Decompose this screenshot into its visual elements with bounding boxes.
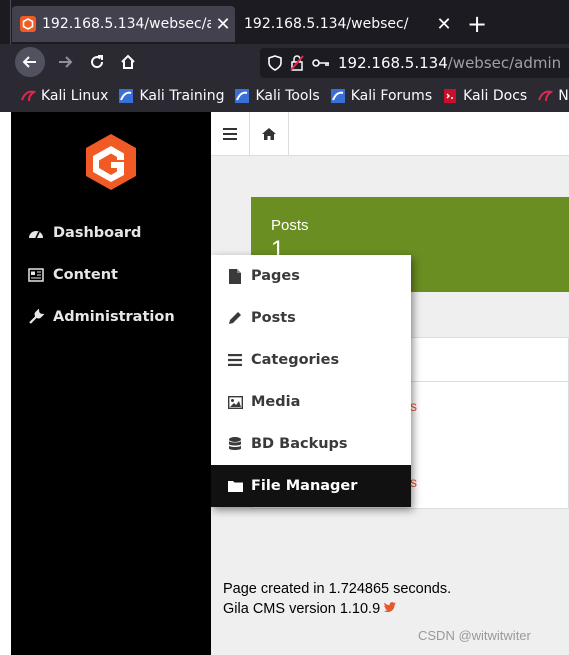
sidebar-item-label: Content bbox=[53, 267, 118, 283]
folder-icon bbox=[227, 478, 243, 494]
page-footer: Page created in 1.724865 seconds. Gila C… bbox=[223, 579, 451, 619]
kali-tools-icon bbox=[234, 88, 250, 104]
home-icon bbox=[262, 128, 276, 140]
footer-version: Gila CMS version 1.10.9 bbox=[223, 601, 381, 617]
home-link-button[interactable] bbox=[250, 112, 289, 156]
bookmark-label: Kali Linux bbox=[41, 88, 109, 104]
bookmark-kali-training[interactable]: Kali Training bbox=[118, 88, 224, 104]
new-tab-button[interactable]: + bbox=[462, 10, 492, 40]
bookmark-kali-docs[interactable]: Kali Docs bbox=[442, 88, 527, 104]
kali-dragon-icon bbox=[20, 88, 36, 104]
admin-top-nav bbox=[211, 112, 569, 156]
back-button[interactable] bbox=[15, 47, 45, 77]
bookmark-label: Kali Training bbox=[139, 88, 225, 104]
bookmarks-bar: Kali Linux Kali Training Kali Tools Kali… bbox=[0, 80, 569, 112]
footer-version-line: Gila CMS version 1.10.9 bbox=[223, 599, 451, 619]
menu-item-posts[interactable]: Posts bbox=[211, 297, 411, 339]
page-left-margin bbox=[0, 112, 11, 655]
shield-icon[interactable] bbox=[268, 55, 282, 71]
sidebar-item-administration[interactable]: Administration bbox=[27, 305, 175, 329]
footer-timing: Page created in 1.724865 seconds. bbox=[223, 581, 452, 597]
menu-item-label: Pages bbox=[251, 268, 300, 284]
tab-inactive[interactable]: 192.168.5.134/websec/ ✕ bbox=[236, 6, 456, 42]
forward-button[interactable] bbox=[50, 47, 80, 77]
page-content: Dashboard Content Administration Posts 1… bbox=[11, 112, 569, 655]
screenshot-root: 192.168.5.134/websec/ad ✕ 192.168.5.134/… bbox=[0, 0, 569, 655]
menu-item-pages[interactable]: Pages bbox=[211, 255, 411, 297]
menu-item-label: File Manager bbox=[251, 478, 358, 494]
menu-item-file-manager[interactable]: File Manager bbox=[211, 465, 411, 507]
menu-toggle-button[interactable] bbox=[211, 112, 250, 156]
reload-icon bbox=[91, 55, 104, 69]
administration-dropdown-menu: Pages Posts Categories Media BD Backups … bbox=[211, 255, 411, 507]
pencil-icon bbox=[227, 310, 243, 326]
menu-item-media[interactable]: Media bbox=[211, 381, 411, 423]
tab-active[interactable]: 192.168.5.134/websec/ad ✕ bbox=[12, 6, 235, 42]
sidebar-item-label: Administration bbox=[53, 309, 175, 325]
home-button[interactable] bbox=[113, 47, 143, 77]
twitter-icon[interactable] bbox=[384, 601, 397, 617]
posts-card-label: Posts bbox=[271, 217, 309, 234]
arrow-left-icon bbox=[22, 56, 36, 68]
bookmark-kali-linux[interactable]: Kali Linux bbox=[20, 88, 108, 104]
image-icon bbox=[227, 394, 243, 410]
arrow-right-icon bbox=[59, 56, 73, 68]
tab-title: 192.168.5.134/websec/ad bbox=[42, 16, 211, 32]
menu-item-categories[interactable]: Categories bbox=[211, 339, 411, 381]
sidebar-item-dashboard[interactable]: Dashboard bbox=[27, 221, 141, 245]
url-path: /websec/admin bbox=[447, 54, 562, 72]
insecure-lock-icon[interactable] bbox=[290, 55, 304, 71]
newspaper-icon bbox=[27, 266, 45, 284]
bookmark-label: Kali Docs bbox=[463, 88, 528, 104]
bookmark-kali-tools[interactable]: Kali Tools bbox=[234, 88, 320, 104]
gila-logo-icon[interactable] bbox=[81, 132, 141, 192]
kali-training-icon bbox=[118, 88, 134, 104]
sidebar-item-content[interactable]: Content bbox=[27, 263, 118, 287]
tab-title: 192.168.5.134/websec/ bbox=[244, 16, 409, 32]
window-edge bbox=[10, 0, 11, 44]
menu-item-label: Categories bbox=[251, 352, 340, 368]
bookmark-label: Ne bbox=[558, 88, 569, 104]
wrench-icon bbox=[27, 308, 45, 326]
url-bar[interactable]: 192.168.5.134/websec/admin bbox=[260, 48, 569, 78]
kali-docs-icon bbox=[442, 88, 458, 104]
tab-close-icon[interactable]: ✕ bbox=[432, 14, 456, 35]
kali-forums-icon bbox=[330, 88, 346, 104]
browser-nav-bar: 192.168.5.134/websec/admin bbox=[0, 44, 569, 80]
sidebar-item-label: Dashboard bbox=[53, 225, 142, 241]
list-link[interactable]: s bbox=[410, 474, 417, 490]
home-icon bbox=[121, 54, 135, 69]
kali-dragon-icon bbox=[537, 88, 554, 104]
menu-item-bd-backups[interactable]: BD Backups bbox=[211, 423, 411, 465]
hamburger-icon bbox=[223, 128, 237, 140]
list-link[interactable]: s bbox=[410, 398, 417, 414]
list-icon bbox=[227, 352, 243, 368]
url-host: 192.168.5.134 bbox=[338, 54, 448, 72]
menu-item-label: Posts bbox=[251, 310, 296, 326]
file-icon bbox=[227, 268, 243, 284]
dashboard-icon bbox=[27, 224, 45, 242]
bookmark-label: Kali Tools bbox=[255, 88, 320, 104]
menu-item-label: BD Backups bbox=[251, 436, 348, 452]
tab-close-icon[interactable]: ✕ bbox=[211, 14, 235, 35]
reload-button[interactable] bbox=[82, 47, 112, 77]
csdn-watermark: CSDN @witwitwiter bbox=[418, 628, 531, 643]
bookmark-kali-forums[interactable]: Kali Forums bbox=[330, 88, 432, 104]
admin-sidebar: Dashboard Content Administration bbox=[11, 112, 211, 655]
gila-favicon-icon bbox=[20, 16, 36, 32]
database-icon bbox=[227, 436, 243, 452]
menu-item-label: Media bbox=[251, 394, 301, 410]
key-icon[interactable] bbox=[312, 57, 330, 69]
browser-tab-bar: 192.168.5.134/websec/ad ✕ 192.168.5.134/… bbox=[0, 0, 569, 44]
bookmark-ne[interactable]: Ne bbox=[537, 88, 569, 104]
bookmark-label: Kali Forums bbox=[350, 88, 433, 104]
